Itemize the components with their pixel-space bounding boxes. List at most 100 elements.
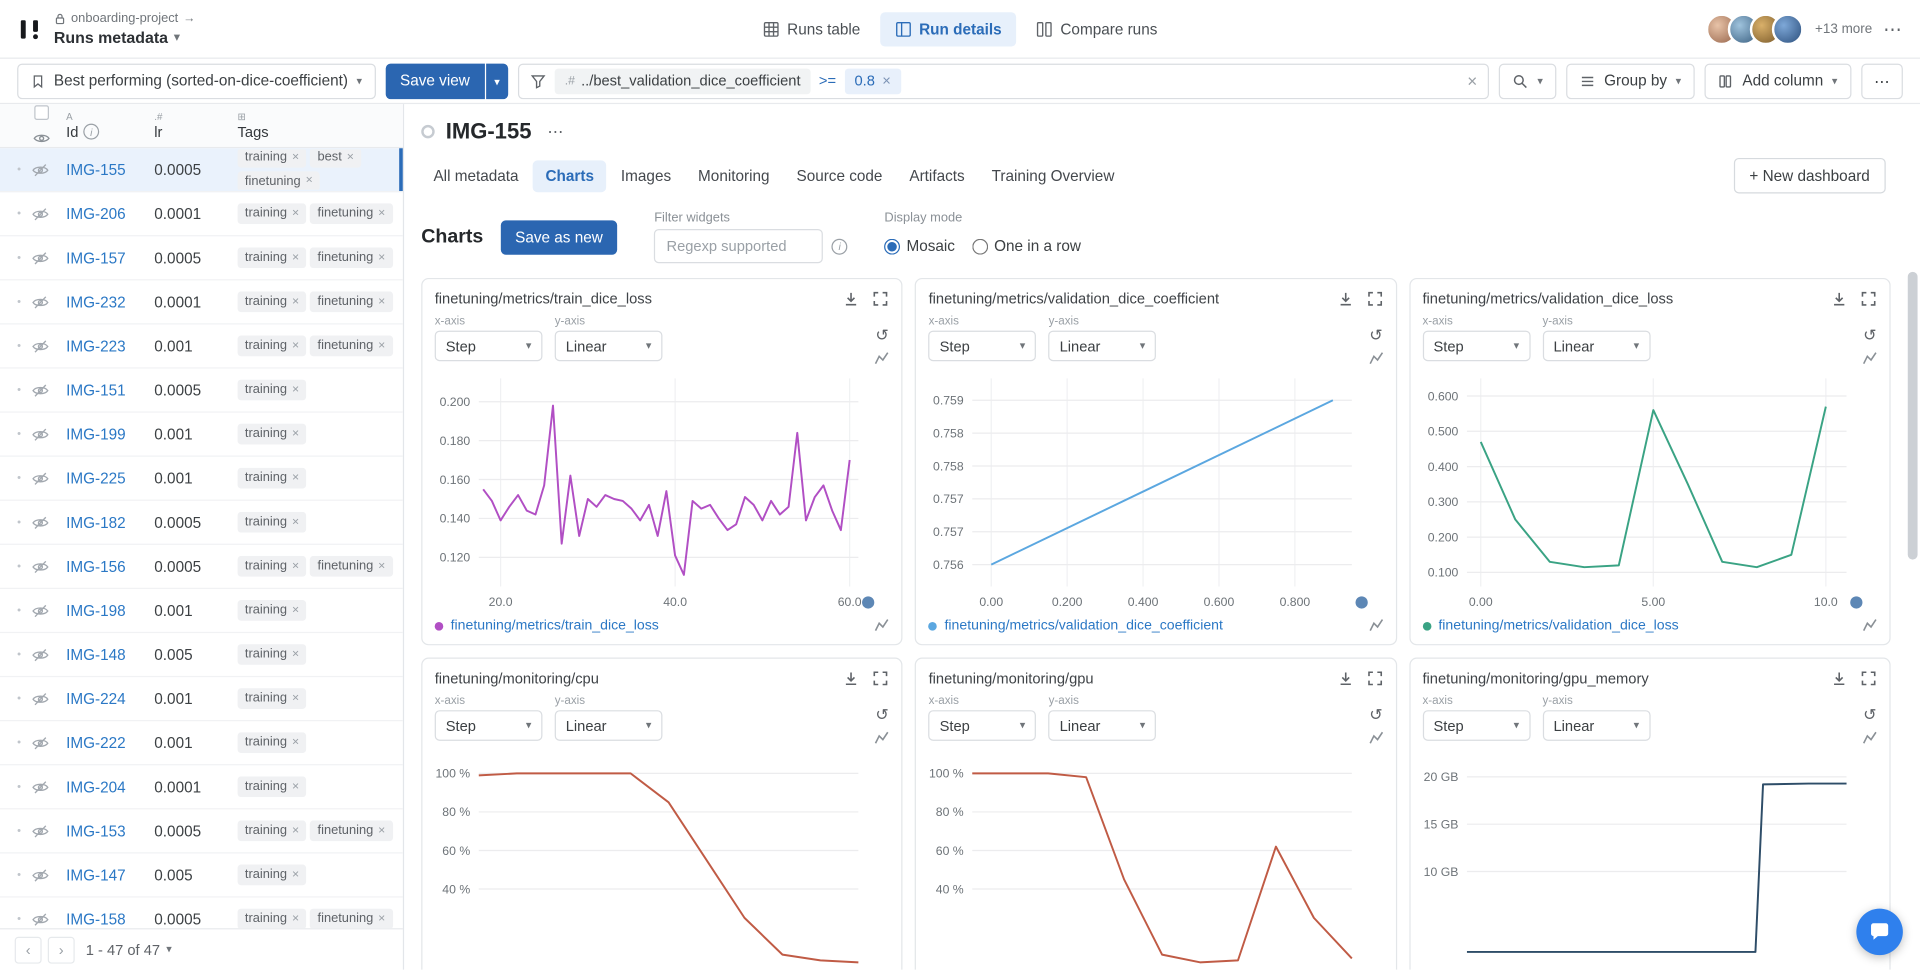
y-axis-select[interactable]: Linear ▾	[1542, 710, 1651, 741]
remove-tag-icon[interactable]: ×	[292, 736, 299, 749]
tag-chip[interactable]: training ×	[237, 468, 307, 489]
eye-off-icon[interactable]	[32, 206, 49, 221]
trend-icon[interactable]	[875, 731, 890, 746]
remove-tag-icon[interactable]: ×	[378, 912, 385, 925]
y-axis-select[interactable]: Linear ▾	[1542, 330, 1651, 362]
legend-series-link[interactable]: finetuning/metrics/validation_dice_coeff…	[944, 618, 1361, 633]
tag-chip[interactable]: finetuning ×	[310, 909, 393, 929]
avatar[interactable]	[1772, 12, 1804, 45]
query-filter-bar[interactable]: .# ../best_validation_dice_coefficient >…	[518, 63, 1490, 99]
display-mode-mosaic[interactable]: Mosaic	[884, 238, 955, 255]
download-icon[interactable]	[1831, 290, 1848, 307]
remove-tag-icon[interactable]: ×	[292, 780, 299, 793]
run-id-link[interactable]: IMG-153	[66, 822, 154, 839]
project-name[interactable]: onboarding-project	[71, 11, 178, 26]
tag-chip[interactable]: training ×	[237, 600, 307, 621]
run-menu-button[interactable]: ⋯	[547, 122, 564, 142]
expand-icon[interactable]	[872, 670, 889, 687]
legend-series-link[interactable]: finetuning/metrics/train_dice_loss	[451, 618, 868, 633]
tag-chip[interactable]: training ×	[237, 291, 307, 312]
tab-runs-table[interactable]: Runs table	[748, 12, 875, 46]
tag-chip[interactable]: training ×	[237, 556, 307, 577]
add-column-button[interactable]: Add column ▾	[1704, 63, 1851, 99]
scrollbar-handle[interactable]	[1907, 271, 1918, 560]
trend-icon[interactable]	[1369, 731, 1384, 746]
reset-zoom-icon[interactable]: ↺	[1863, 327, 1876, 343]
run-id-link[interactable]: IMG-151	[66, 381, 154, 398]
x-axis-select[interactable]: Step ▾	[434, 330, 543, 362]
download-icon[interactable]	[843, 670, 860, 687]
remove-tag-icon[interactable]: ×	[347, 151, 354, 164]
remove-tag-icon[interactable]: ×	[292, 560, 299, 572]
tag-chip[interactable]: training ×	[237, 380, 307, 400]
y-axis-select[interactable]: Linear ▾	[554, 710, 663, 741]
eye-off-icon[interactable]	[32, 691, 49, 706]
table-more-button[interactable]: ⋯	[1860, 63, 1903, 99]
chart-canvas[interactable]: 0.756 0.757 0.757 0.758 0.758 0.759 0.00 0.200 0…	[916, 366, 1372, 618]
table-row[interactable]: • IMG-153 0.0005 training × finetuning ×	[0, 809, 403, 854]
tag-chip[interactable]: finetuning ×	[310, 291, 393, 312]
eye-off-icon[interactable]	[32, 779, 49, 794]
filter-operator-chip[interactable]: >=	[819, 72, 836, 89]
filter-widgets-input[interactable]	[654, 228, 824, 264]
x-axis-select[interactable]: Step ▾	[928, 330, 1037, 362]
run-id-link[interactable]: IMG-222	[66, 734, 154, 751]
eye-off-icon[interactable]	[32, 250, 49, 265]
download-icon[interactable]	[1831, 670, 1848, 687]
new-dashboard-button[interactable]: + New dashboard	[1733, 157, 1886, 194]
table-row[interactable]: • IMG-198 0.001 training ×	[0, 589, 403, 634]
group-by-button[interactable]: Group by ▾	[1566, 63, 1695, 99]
download-icon[interactable]	[843, 290, 860, 307]
tab-training-overview[interactable]: Training Overview	[979, 160, 1126, 192]
remove-tag-icon[interactable]: ×	[292, 251, 299, 264]
select-all-checkbox[interactable]	[34, 105, 49, 121]
remove-tag-icon[interactable]: ×	[292, 824, 299, 837]
remove-tag-icon[interactable]: ×	[292, 912, 299, 925]
run-id-link[interactable]: IMG-224	[66, 690, 154, 707]
run-id-link[interactable]: IMG-157	[66, 249, 154, 266]
table-row[interactable]: • IMG-157 0.0005 training × finetuning ×	[0, 236, 403, 281]
run-id-link[interactable]: IMG-148	[66, 646, 154, 663]
page-range-selector[interactable]: 1 - 47 of 47 ▾	[86, 941, 172, 958]
legend-trend-icon[interactable]	[1862, 618, 1877, 633]
tag-chip[interactable]: best ×	[310, 149, 362, 168]
tab-charts[interactable]: Charts	[533, 159, 607, 192]
filter-value-chip[interactable]: 0.8 ×	[844, 67, 901, 94]
remove-tag-icon[interactable]: ×	[292, 207, 299, 220]
remove-tag-icon[interactable]: ×	[378, 560, 385, 572]
eye-off-icon[interactable]	[32, 868, 49, 883]
remove-tag-icon[interactable]: ×	[292, 471, 299, 484]
download-icon[interactable]	[1337, 670, 1354, 687]
remove-filter-icon[interactable]: ×	[882, 73, 891, 88]
info-icon[interactable]: i	[831, 238, 848, 255]
tag-chip[interactable]: training ×	[237, 909, 307, 929]
run-id-link[interactable]: IMG-147	[66, 866, 154, 883]
eye-off-icon[interactable]	[32, 162, 49, 177]
expand-icon[interactable]	[1366, 670, 1383, 687]
eye-off-icon[interactable]	[32, 603, 49, 618]
tab-monitoring[interactable]: Monitoring	[686, 160, 782, 192]
remove-tag-icon[interactable]: ×	[292, 648, 299, 660]
clear-filters-icon[interactable]: ×	[1467, 72, 1477, 89]
remove-tag-icon[interactable]: ×	[378, 251, 385, 264]
download-icon[interactable]	[1337, 290, 1354, 307]
run-id-link[interactable]: IMG-182	[66, 514, 154, 531]
table-row[interactable]: • IMG-199 0.001 training ×	[0, 413, 403, 457]
tab-all-metadata[interactable]: All metadata	[421, 160, 531, 192]
table-row[interactable]: • IMG-147 0.005 training ×	[0, 853, 403, 898]
y-axis-select[interactable]: Linear ▾	[1048, 710, 1157, 741]
reset-zoom-icon[interactable]: ↺	[1369, 327, 1382, 343]
run-id-link[interactable]: IMG-225	[66, 470, 154, 487]
legend-trend-icon[interactable]	[875, 618, 890, 633]
tag-chip[interactable]: training ×	[237, 644, 307, 665]
table-row[interactable]: • IMG-156 0.0005 training × finetuning ×	[0, 545, 403, 589]
table-row[interactable]: • IMG-222 0.001 training ×	[0, 721, 403, 766]
eye-off-icon[interactable]	[32, 735, 49, 750]
tag-chip[interactable]: finetuning ×	[310, 336, 393, 356]
table-row[interactable]: • IMG-206 0.0001 training × finetuning ×	[0, 192, 403, 237]
remove-tag-icon[interactable]: ×	[292, 383, 299, 396]
tag-chip[interactable]: training ×	[237, 203, 307, 224]
more-members-link[interactable]: +13 more	[1815, 21, 1872, 36]
next-page-button[interactable]: ›	[47, 936, 75, 964]
table-row[interactable]: • IMG-224 0.001 training ×	[0, 677, 403, 722]
